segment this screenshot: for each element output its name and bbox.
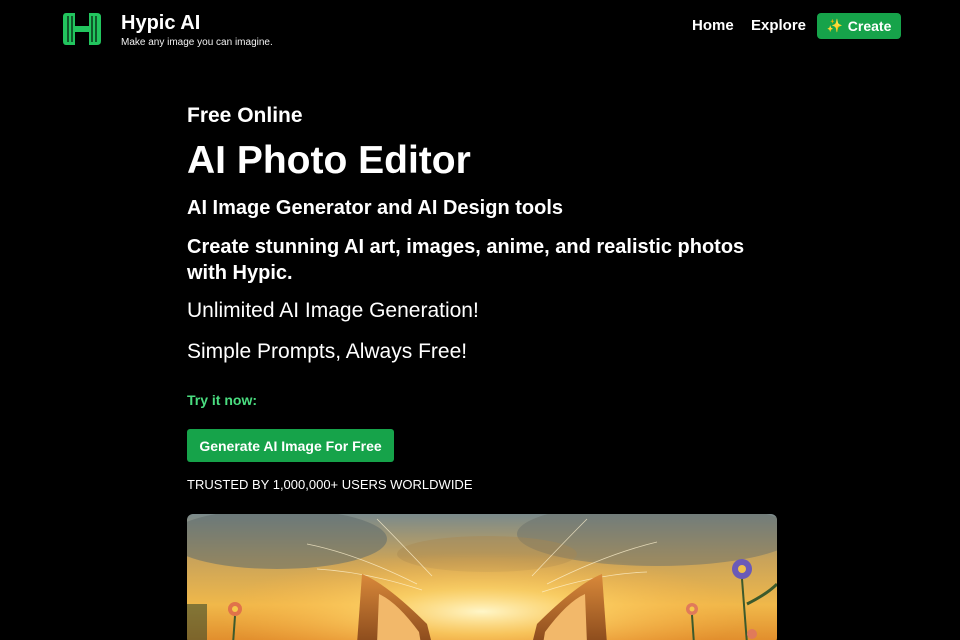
- nav-home-link[interactable]: Home: [692, 17, 734, 35]
- hypic-logo-icon[interactable]: [62, 9, 102, 49]
- nav-explore-link[interactable]: Explore: [751, 17, 806, 35]
- top-navbar: Hypic AI Make any image you can imagine.…: [0, 0, 960, 54]
- brand-tagline: Make any image you can imagine.: [121, 37, 273, 48]
- page-title: AI Photo Editor: [187, 139, 471, 182]
- feature-line: Simple Prompts, Always Free!: [187, 340, 468, 363]
- hero-eyebrow: Free Online: [187, 104, 303, 127]
- hero-image-fox: [187, 514, 777, 640]
- hero-description: Create stunning AI art, images, anime, a…: [187, 236, 745, 284]
- hero-subtitle: AI Image Generator and AI Design tools: [187, 197, 563, 219]
- generate-image-button[interactable]: Generate AI Image For Free: [187, 429, 394, 462]
- feature-line: Unlimited AI Image Generation!: [187, 299, 479, 322]
- create-button[interactable]: ✨ Create: [817, 13, 901, 39]
- sparkles-icon: ✨: [826, 18, 843, 33]
- brand-name[interactable]: Hypic AI: [121, 11, 200, 35]
- create-button-label: Create: [847, 18, 892, 34]
- trust-text: TRUSTED BY 1,000,000+ USERS WORLDWIDE: [187, 477, 473, 492]
- cta-caption: Try it now:: [187, 392, 257, 408]
